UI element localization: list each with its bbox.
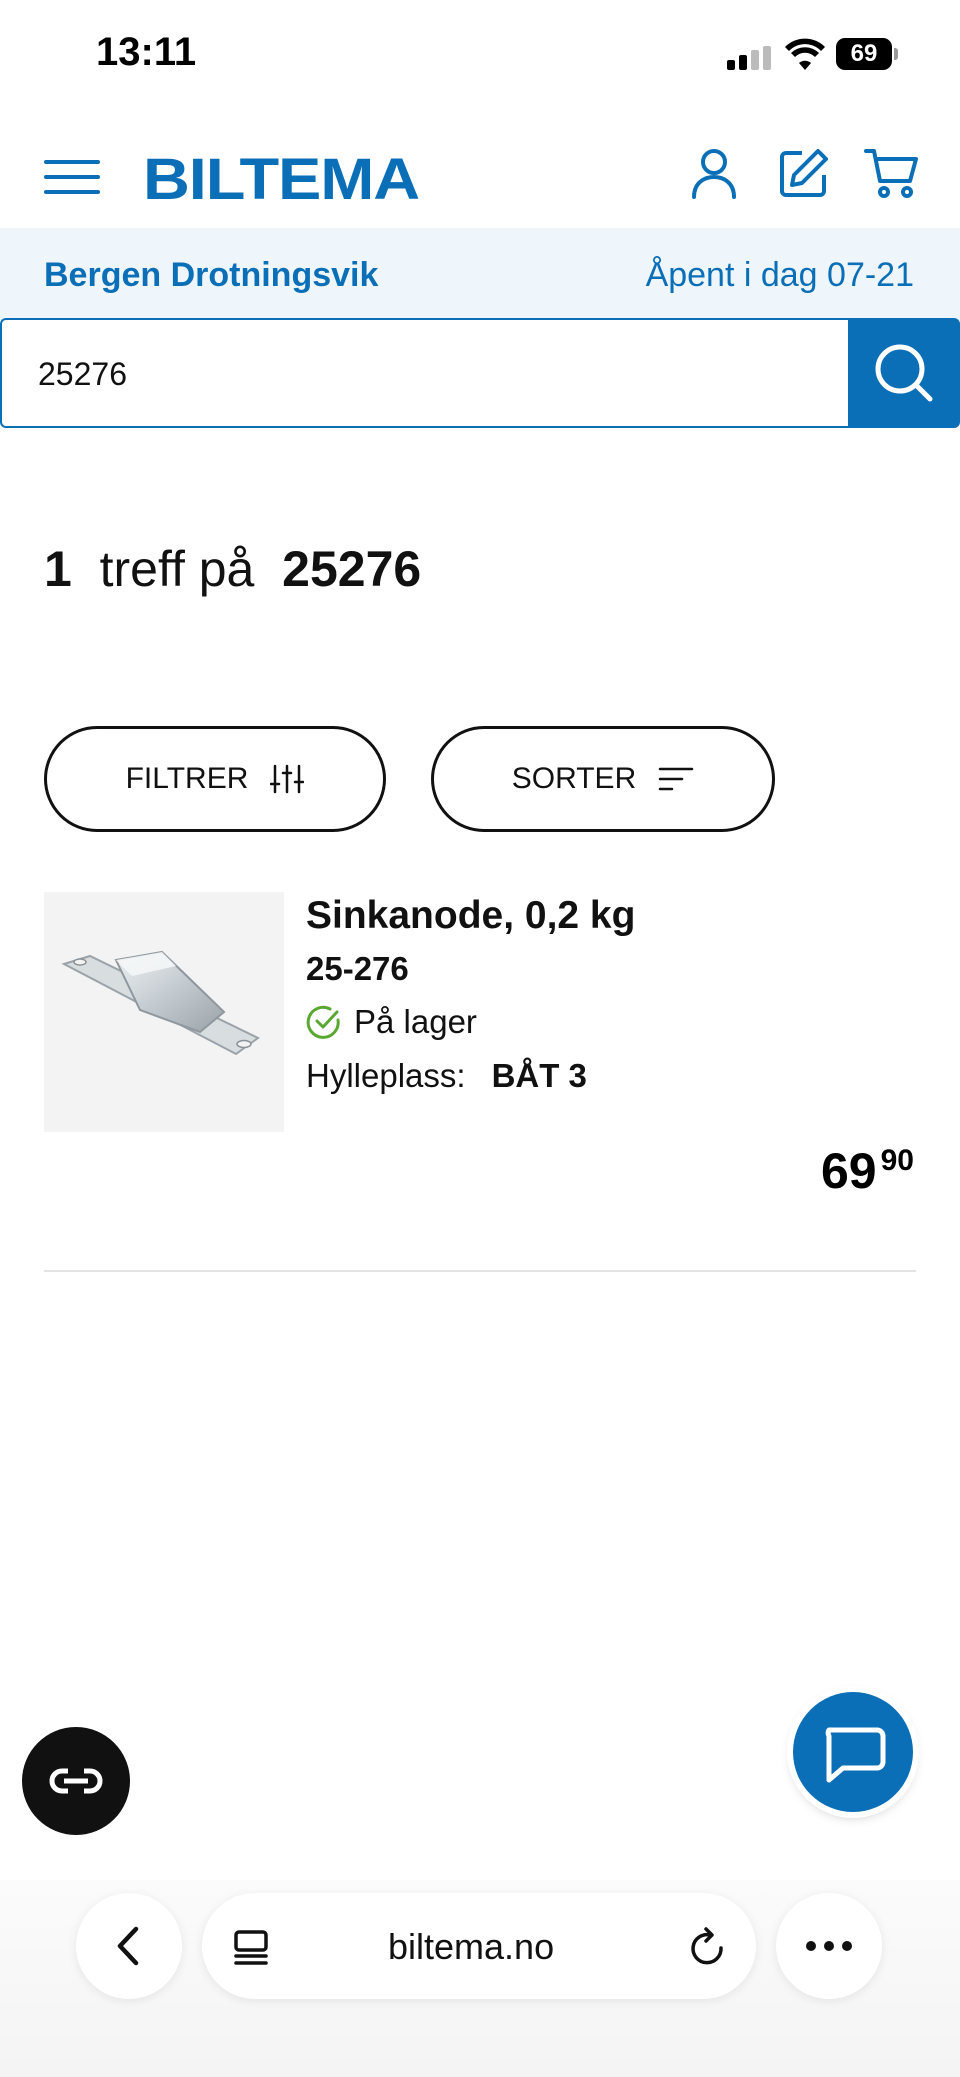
zinc-anode-image (61, 950, 260, 1056)
reader-toggle-icon (49, 1768, 103, 1794)
product-sku: 25-276 (306, 950, 409, 987)
cart-icon[interactable] (864, 145, 920, 201)
sort-icon (658, 767, 694, 791)
search-button[interactable] (848, 318, 960, 428)
edit-icon[interactable] (776, 145, 832, 201)
search-icon (875, 344, 933, 402)
results-heading: 1 treff på 25276 (44, 540, 421, 598)
status-time: 13:11 (96, 30, 197, 74)
product-title[interactable]: Sinkanode, 0,2 kg (306, 894, 635, 938)
store-hours: Åpent i dag 07-21 (645, 256, 914, 294)
filter-label: FILTRER (125, 762, 249, 795)
more-options-button[interactable] (776, 1893, 882, 1999)
stock-status: På lager (306, 1003, 477, 1041)
price-cents: 90 (880, 1144, 914, 1177)
cellular-signal-icon (727, 46, 773, 70)
chat-bubble-icon (825, 1727, 886, 1783)
price-whole: 69 (821, 1143, 877, 1199)
search-input-value[interactable]: 25276 (38, 356, 127, 393)
back-button[interactable] (76, 1893, 182, 1999)
biltema-logo[interactable]: BILTEMA (143, 146, 420, 213)
product-image[interactable] (44, 892, 284, 1132)
sort-button[interactable]: SORTER (431, 726, 775, 832)
sort-label: SORTER (511, 762, 637, 795)
reload-icon[interactable] (688, 1926, 728, 1973)
url-text[interactable]: biltema.no (388, 1926, 554, 1968)
search-input[interactable] (0, 318, 850, 428)
filter-button[interactable]: FILTRER (44, 726, 386, 832)
shelf-label: Hylleplass: (306, 1057, 466, 1094)
tab-overview-icon[interactable] (232, 1928, 270, 1971)
store-name[interactable]: Bergen Drotningsvik (44, 256, 378, 295)
stock-label: På lager (354, 1003, 477, 1040)
chevron-left-icon (117, 1926, 139, 1966)
results-text: treff på (99, 541, 255, 597)
results-query: 25276 (282, 541, 422, 597)
battery-icon: 69 (836, 38, 898, 70)
divider (44, 1270, 916, 1272)
in-stock-check-icon (306, 1005, 340, 1039)
shelf-value: BÅT 3 (491, 1057, 587, 1094)
results-count: 1 (44, 541, 72, 597)
more-dots-icon (806, 1941, 852, 1951)
battery-level: 69 (836, 38, 892, 70)
product-price: 69 90 (821, 1142, 914, 1200)
wifi-icon (785, 38, 825, 72)
shelf-location: Hylleplass: BÅT 3 (306, 1057, 587, 1095)
filter-sliders-icon (270, 764, 305, 794)
reader-mode-button[interactable] (22, 1727, 130, 1835)
account-icon[interactable] (686, 145, 742, 201)
menu-icon[interactable] (44, 158, 100, 196)
chat-button[interactable] (793, 1692, 913, 1812)
